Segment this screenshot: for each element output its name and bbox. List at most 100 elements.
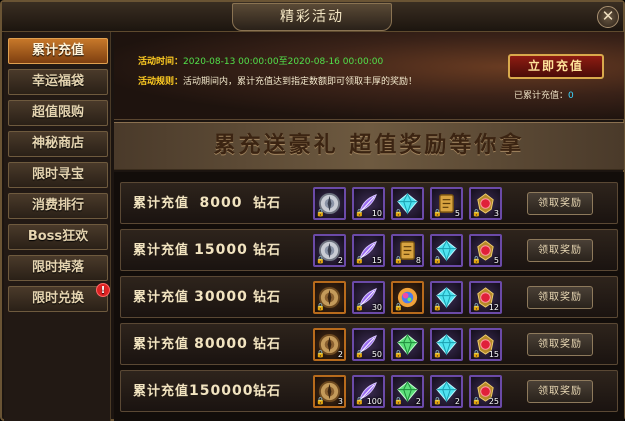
reward-item-slot[interactable]: 🔒 [313, 187, 346, 220]
close-button[interactable]: ✕ [597, 6, 619, 28]
bound-lock-icon: 🔒 [433, 303, 442, 311]
reward-item-slot[interactable]: 🔒 15 [352, 234, 385, 267]
item-count: 2 [337, 256, 343, 265]
item-count: 10 [371, 209, 382, 218]
item-count: 50 [371, 350, 382, 359]
reward-item-slot[interactable]: 🔒 12 [469, 281, 502, 314]
reward-tier-amount: 8000 [199, 195, 243, 211]
sidebar-item-5[interactable]: 消费排行 [8, 193, 108, 219]
window-title: 精彩活动 [232, 3, 392, 31]
reward-item-slot[interactable]: 🔒 5 [430, 187, 463, 220]
reward-item-slot[interactable]: 🔒 [391, 187, 424, 220]
reward-tier-prefix: 累计充值 [133, 196, 190, 211]
reward-item-slot[interactable]: 🔒 8 [391, 234, 424, 267]
reward-item-slot[interactable]: 🔒 3 [469, 187, 502, 220]
reward-tier-title: 累计充值 80000 钻石 [133, 324, 281, 366]
reward-tier-unit: 钻石 [253, 290, 282, 305]
reward-item-slot[interactable]: 🔒 [391, 328, 424, 361]
recharge-now-button[interactable]: 立即充值 [508, 54, 604, 79]
reward-tier-amount: 150000 [189, 383, 254, 399]
reward-item-slot[interactable]: 🔒 5 [469, 234, 502, 267]
event-rule-label: 活动规则： [138, 77, 184, 87]
reward-tier-title: 累计充值 30000 钻石 [133, 277, 281, 319]
reward-item-slot[interactable]: 🔒 [430, 281, 463, 314]
sidebar-item-7[interactable]: 限时掉落 [8, 255, 108, 281]
sidebar-item-label: 累计充值 [31, 43, 84, 58]
reward-item-slot[interactable]: 🔒 30 [352, 281, 385, 314]
bound-lock-icon: 🔒 [316, 256, 325, 264]
reward-item-slot[interactable]: 🔒 [313, 281, 346, 314]
item-count: 25 [488, 397, 499, 406]
bound-lock-icon: 🔒 [316, 397, 325, 405]
promo-slogan: 累充送豪礼 超值奖励等你拿 [114, 122, 624, 170]
reward-item-slot[interactable]: 🔒 [391, 281, 424, 314]
item-count: 3 [337, 397, 343, 406]
accumulated-recharge-value: 0 [568, 91, 574, 101]
item-count: 5 [493, 256, 499, 265]
reward-row: 累计充值 30000 钻石 🔒 🔒 30 🔒 🔒 🔒 12 领取奖励 [120, 276, 618, 318]
reward-item-slot[interactable]: 🔒 2 [391, 375, 424, 408]
reward-item-slot[interactable]: 🔒 50 [352, 328, 385, 361]
item-count: 30 [371, 303, 382, 312]
reward-item-slot[interactable]: 🔒 2 [313, 234, 346, 267]
claim-reward-button[interactable]: 领取奖励 [527, 192, 593, 215]
sidebar-item-2[interactable]: 超值限购 [8, 100, 108, 126]
sidebar-item-3[interactable]: 神秘商店 [8, 131, 108, 157]
event-time-value: 2020-08-13 00:00:00至2020-08-16 00:00:00 [183, 57, 384, 67]
sidebar-item-label: 幸运福袋 [31, 74, 84, 89]
item-count: 2 [337, 350, 343, 359]
claim-reward-button[interactable]: 领取奖励 [527, 239, 593, 262]
reward-list[interactable]: 累计充值 8000 钻石 🔒 🔒 10 🔒 🔒 5 🔒 3 领取奖励 累计充值 15000 钻石 🔒 2 🔒 15 🔒… [114, 172, 624, 421]
bound-lock-icon: 🔒 [433, 209, 442, 217]
event-rule-value: 活动期间内，累计充值达到指定数额即可领取丰厚的奖励！ [183, 77, 418, 87]
reward-row: 累计充值150000钻石 🔒 3 🔒 100 🔒 2 🔒 2 🔒 25 领取奖励 [120, 370, 618, 412]
accumulated-recharge-label: 已累计充值： [514, 91, 569, 101]
activity-window: 精彩活动 ✕ 累计充值 幸运福袋 超值限购 神秘商店 限时寻宝 消费排行 Boss狂欢 限时掉… [0, 0, 625, 421]
claim-reward-button[interactable]: 领取奖励 [527, 286, 593, 309]
reward-row: 累计充值 8000 钻石 🔒 🔒 10 🔒 🔒 5 🔒 3 领取奖励 [120, 182, 618, 224]
bound-lock-icon: 🔒 [394, 256, 403, 264]
sidebar-item-label: 超值限购 [31, 105, 84, 120]
bound-lock-icon: 🔒 [433, 350, 442, 358]
item-count: 12 [488, 303, 499, 312]
reward-item-slot[interactable]: 🔒 3 [313, 375, 346, 408]
sidebar-item-0[interactable]: 累计充值 [8, 38, 108, 64]
reward-item-slot[interactable]: 🔒 2 [313, 328, 346, 361]
bound-lock-icon: 🔒 [472, 397, 481, 405]
event-rule-line: 活动规则：活动期间内，累计充值达到指定数额即可领取丰厚的奖励！ [138, 74, 417, 87]
reward-tier-prefix: 累计充值 [133, 384, 190, 399]
bound-lock-icon: 🔒 [394, 209, 403, 217]
reward-tier-title: 累计充值 15000 钻石 [133, 230, 281, 272]
bound-lock-icon: 🔒 [433, 397, 442, 405]
event-banner: 活动时间：2020-08-13 00:00:00至2020-08-16 00:0… [114, 32, 624, 120]
bound-lock-icon: 🔒 [472, 209, 481, 217]
bound-lock-icon: 🔒 [355, 256, 364, 264]
bound-lock-icon: 🔒 [433, 256, 442, 264]
sidebar-item-label: 限时兑换 [31, 291, 84, 306]
reward-item-slot[interactable]: 🔒 [430, 234, 463, 267]
sidebar-item-4[interactable]: 限时寻宝 [8, 162, 108, 188]
sidebar: 累计充值幸运福袋超值限购神秘商店限时寻宝消费排行 Boss狂欢限时掉落 限时兑换! [4, 32, 111, 421]
item-count: 8 [415, 256, 421, 265]
reward-item-slot[interactable]: 🔒 15 [469, 328, 502, 361]
claim-reward-button[interactable]: 领取奖励 [527, 380, 593, 403]
reward-item-slot[interactable]: 🔒 [430, 328, 463, 361]
bound-lock-icon: 🔒 [472, 256, 481, 264]
event-time-line: 活动时间：2020-08-13 00:00:00至2020-08-16 00:0… [138, 54, 383, 67]
sidebar-item-label: Boss狂欢 [27, 229, 89, 244]
reward-item-slot[interactable]: 🔒 10 [352, 187, 385, 220]
bound-lock-icon: 🔒 [355, 209, 364, 217]
item-count: 15 [488, 350, 499, 359]
reward-tier-amount: 30000 [194, 289, 248, 305]
item-count: 3 [493, 209, 499, 218]
reward-tier-amount: 15000 [194, 242, 248, 258]
reward-item-slot[interactable]: 🔒 100 [352, 375, 385, 408]
reward-item-slot[interactable]: 🔒 2 [430, 375, 463, 408]
claim-reward-button[interactable]: 领取奖励 [527, 333, 593, 356]
bound-lock-icon: 🔒 [355, 397, 364, 405]
sidebar-item-8[interactable]: 限时兑换! [8, 283, 110, 312]
reward-item-slot[interactable]: 🔒 25 [469, 375, 502, 408]
sidebar-item-1[interactable]: 幸运福袋 [8, 69, 108, 95]
reward-tier-prefix: 累计充值 [133, 337, 190, 352]
sidebar-item-6[interactable]: Boss狂欢 [8, 224, 108, 250]
